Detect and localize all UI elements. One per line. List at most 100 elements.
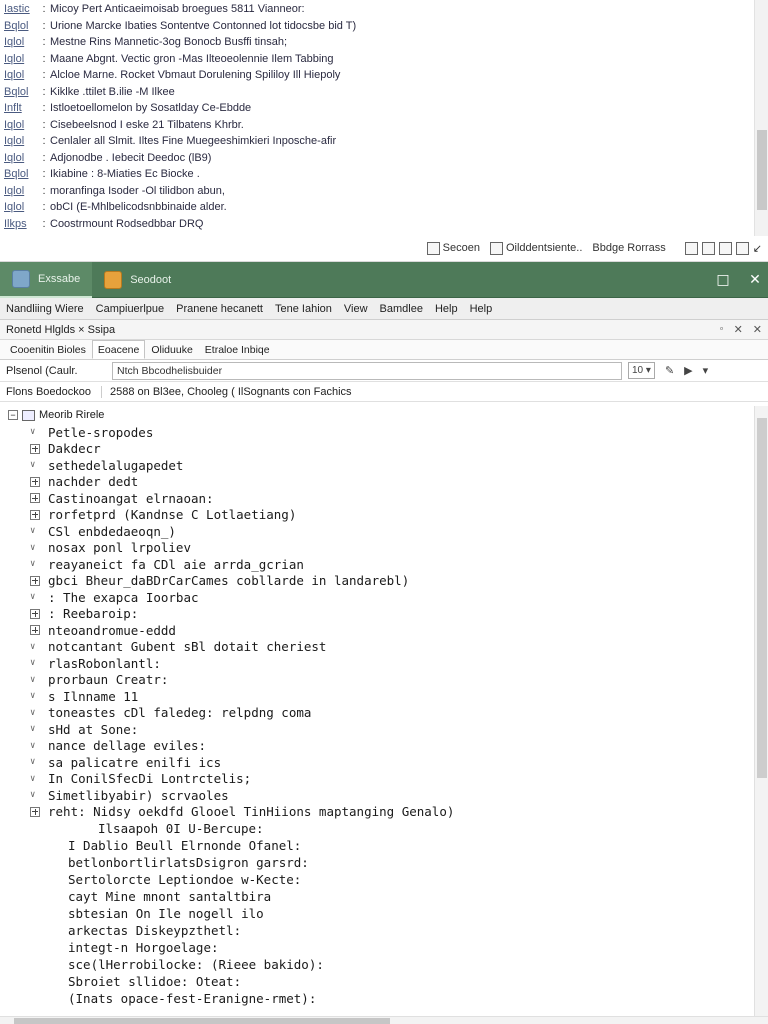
expand-plus-icon[interactable]	[30, 509, 40, 520]
orient-button[interactable]: Oilddentsiente..	[487, 241, 585, 255]
chevron-down-icon[interactable]: ∨	[30, 675, 40, 685]
log-scroll-thumb[interactable]	[757, 130, 767, 210]
menu-item[interactable]: Help	[464, 298, 499, 320]
tree-node[interactable]: ∨ Petle-sropodes	[0, 424, 752, 441]
collapse-icon[interactable]: ↙	[753, 242, 762, 255]
tree-root[interactable]: − Meorib Rirele	[0, 406, 752, 424]
chevron-down-icon[interactable]: ∨	[30, 592, 40, 602]
log-row[interactable]: Iqlol: Alcloe Marne. Rocket Vbmaut Dorule…	[4, 67, 750, 84]
log-tag[interactable]: Bqlol	[4, 84, 38, 101]
chevron-down-icon[interactable]: ∨	[30, 741, 40, 751]
list-icon[interactable]	[701, 241, 715, 255]
log-row[interactable]: Iqlol: Adjonodbe . Iebecit Deedoc (lB9)	[4, 150, 750, 167]
dock-icon[interactable]: ✕	[734, 323, 743, 336]
progress-button[interactable]: Bbdge Rorrass	[589, 242, 668, 254]
log-tag[interactable]: Iqlol	[4, 150, 38, 167]
tree-node[interactable]: gbci Bheur_daBDrCarCames cobllarde in la…	[0, 573, 752, 590]
log-tag[interactable]: Iqlol	[4, 117, 38, 134]
tree-node[interactable]: ∨ nosax ponl lrpoliev	[0, 540, 752, 557]
log-row[interactable]: Ilkps: Coostrmount Rodsedbbar DRQ	[4, 216, 750, 233]
log-tag[interactable]: Ilkps	[4, 216, 38, 233]
tree-horizontal-scrollbar[interactable]	[0, 1016, 768, 1024]
log-tag[interactable]: Iastic	[4, 1, 38, 18]
sub-tab[interactable]: Cooenitin Bioles	[4, 340, 92, 359]
log-row[interactable]: Iastic: Micoy Pert Anticaeimoisab broegue…	[4, 1, 750, 18]
log-row[interactable]: Iqlol: Cenlaler all Slmit. Iltes Fine Mue…	[4, 133, 750, 150]
tree-vertical-scrollbar[interactable]	[754, 406, 768, 1016]
log-row[interactable]: Bqlol: Urione Marcke Ibaties Sontentve Co…	[4, 18, 750, 35]
tree-node[interactable]: : Reebaroip:	[0, 606, 752, 623]
chevron-down-icon[interactable]: ∨	[30, 658, 40, 668]
tree-node[interactable]: ∨ In ConilSfecDi Lontrctelis;	[0, 771, 752, 788]
log-tag[interactable]: Iqlol	[4, 67, 38, 84]
log-tag[interactable]: Iqlol	[4, 51, 38, 68]
chevron-down-icon[interactable]: ∨	[30, 427, 40, 437]
tree-node[interactable]: ∨ s Ilnname 11	[0, 688, 752, 705]
log-row[interactable]: Iqlol: obCI (E-Mhlbelicodsnbbinaide alder…	[4, 199, 750, 216]
tree-node[interactable]: nteoandromue-eddd	[0, 622, 752, 639]
expand-plus-icon[interactable]	[30, 476, 40, 487]
tree-node[interactable]: Castinoangat elrnaoan:	[0, 490, 752, 507]
window-tab-2[interactable]: Seodoot	[92, 262, 183, 298]
expand-plus-icon[interactable]	[30, 608, 40, 619]
window-tab-1[interactable]: Exssabe	[0, 261, 93, 298]
log-row[interactable]: Iqlol: Maane Abgnt. Vectic gron -Mas Ilte…	[4, 51, 750, 68]
expand-plus-icon[interactable]	[30, 443, 40, 454]
panel-close-icon[interactable]: ✕	[753, 323, 762, 336]
table-icon[interactable]	[684, 241, 698, 255]
chevron-down-icon[interactable]: ∨	[30, 691, 40, 701]
log-tag[interactable]: Inflt	[4, 100, 38, 117]
play-icon[interactable]: ▶	[684, 364, 692, 377]
log-row[interactable]: Iqlol: Cisebeelsnod I eske 21 Tilbatens K…	[4, 117, 750, 134]
log-row[interactable]: Inflt: Istloetoellomelon by Sosatlday Ce-…	[4, 100, 750, 117]
tree-node[interactable]: ∨ notcantant Gubent sBl dotait cheriest	[0, 639, 752, 656]
log-scrollbar[interactable]	[754, 0, 768, 236]
screen-button[interactable]: Secoen	[424, 241, 483, 255]
log-tag[interactable]: Bqlol	[4, 18, 38, 35]
tree-node[interactable]: ∨ reayaneict fa CDl aie arrda_gcrian	[0, 556, 752, 573]
tree-node[interactable]: ∨ sHd at Sone:	[0, 721, 752, 738]
chevron-down-icon[interactable]: ∨	[30, 757, 40, 767]
close-icon[interactable]: ✕	[746, 272, 764, 288]
tree-node[interactable]: ∨ toneastes cDl faledeg: relpdng coma	[0, 705, 752, 722]
tree-node[interactable]: ∨ prorbaun Creatr:	[0, 672, 752, 689]
sub-tab[interactable]: Oliduuke	[145, 340, 198, 359]
tree-node[interactable]: ∨ Simetlibyabir) scrvaoles	[0, 787, 752, 804]
menu-item[interactable]: Campiuerlpue	[90, 298, 170, 320]
chevron-down-icon[interactable]: ∨	[30, 790, 40, 800]
log-row[interactable]: Iqlol: Mestne Rins Mannetic-3og Bonocb Bu…	[4, 34, 750, 51]
log-tag[interactable]: Iqlol	[4, 34, 38, 51]
log-tag[interactable]: Iqlol	[4, 199, 38, 216]
expand-icon[interactable]: −	[8, 410, 18, 420]
log-row[interactable]: Bqlol: Ikiabine : 8-Miaties Ec Biocke .	[4, 166, 750, 183]
tree-node[interactable]: ∨ sa palicatre enilfi ics	[0, 754, 752, 771]
chevron-down-icon[interactable]: ∨	[30, 774, 40, 784]
tree-node[interactable]: reht: Nidsy oekdfd Glooel TinHiions mapt…	[0, 804, 752, 821]
chevron-down-icon[interactable]: ∨	[30, 724, 40, 734]
tree-node[interactable]: nachder dedt	[0, 474, 752, 491]
menu-item[interactable]: Bamdlee	[374, 298, 429, 320]
log-tag[interactable]: Bqlol	[4, 166, 38, 183]
maximize-icon[interactable]: □	[714, 272, 732, 288]
edit-icon[interactable]: ✎	[665, 364, 674, 377]
expand-plus-icon[interactable]	[30, 575, 40, 586]
chevron-down-icon[interactable]: ∨	[30, 642, 40, 652]
expand-plus-icon[interactable]	[30, 806, 40, 817]
menu-item[interactable]: View	[338, 298, 374, 320]
menu-item[interactable]: Help	[429, 298, 464, 320]
menu-item[interactable]: Pranene hecanett	[170, 298, 269, 320]
log-row[interactable]: Bqlol: Kiklke .ttilet B.ilie -M Ilkee	[4, 84, 750, 101]
menu-item[interactable]: Nandliing Wiere	[0, 298, 90, 320]
chevron-down-icon[interactable]: ∨	[30, 708, 40, 718]
log-row[interactable]: Iqlol: moranfinga Isoder -Ol tilidbon abu…	[4, 183, 750, 200]
count-dropdown[interactable]: 10 ▾	[628, 362, 655, 379]
chevron-down-icon[interactable]: ∨	[30, 526, 40, 536]
columns-icon[interactable]	[718, 241, 732, 255]
tree-node[interactable]: rorfetprd (Kandnse C Lotlaetiang)	[0, 507, 752, 524]
tree-vertical-thumb[interactable]	[757, 418, 767, 778]
chevron-down-icon[interactable]: ∨	[30, 460, 40, 470]
dropdown-icon[interactable]: ▾	[703, 364, 709, 377]
sub-tab[interactable]: Eoacene	[91, 340, 146, 359]
chevron-down-icon[interactable]: ∨	[30, 559, 40, 569]
chevron-down-icon[interactable]: ∨	[30, 543, 40, 553]
